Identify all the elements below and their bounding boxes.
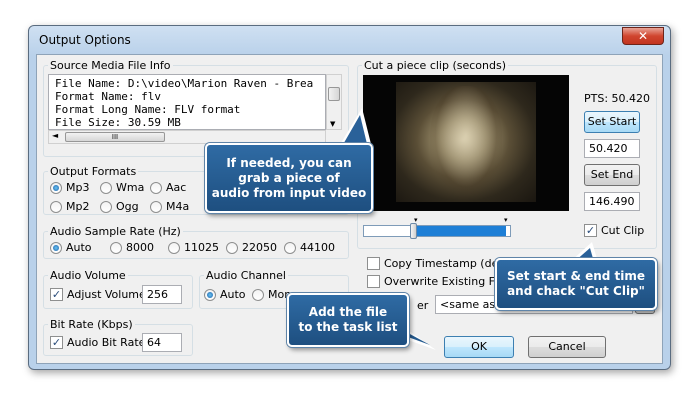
callout-grab-audio: If needed, you can grab a piece of audio… <box>205 143 373 213</box>
callout-add-file: Add the file to the task list <box>287 293 409 347</box>
callout-set-times: Set start & end time and chack "Cut Clip… <box>495 258 657 310</box>
callout-add-pointer <box>408 330 436 350</box>
